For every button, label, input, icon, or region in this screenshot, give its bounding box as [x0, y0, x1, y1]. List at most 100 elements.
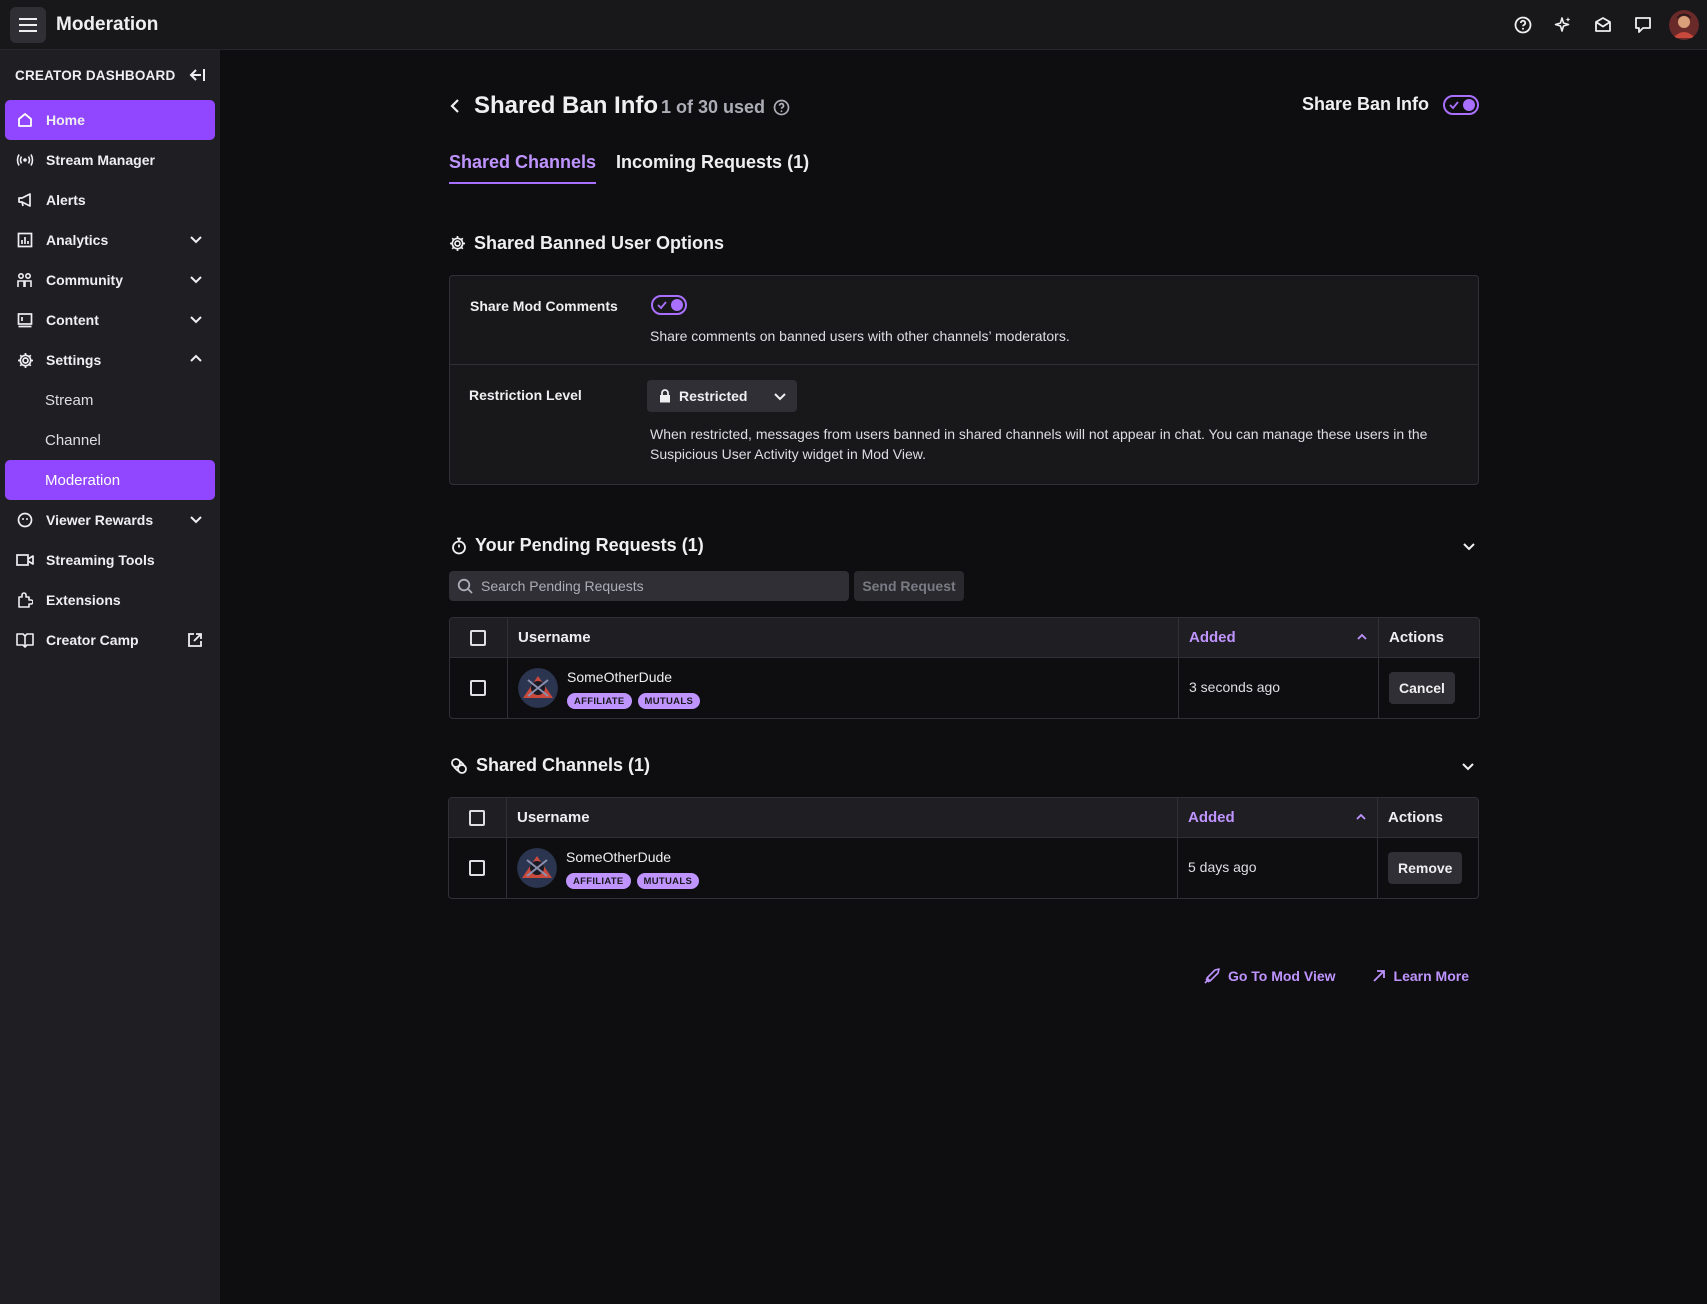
sidebar-item-label: Alerts	[46, 192, 86, 208]
whispers-icon[interactable]	[1623, 5, 1663, 45]
pending-search-row: Search Pending Requests Send Request	[449, 571, 964, 601]
send-request-button[interactable]: Send Request	[854, 571, 964, 601]
back-chevron-icon[interactable]	[449, 98, 461, 114]
sidebar-header-label: CREATOR DASHBOARD	[15, 67, 176, 83]
usage-count: 1 of 30 used	[661, 97, 790, 118]
username: SomeOtherDude	[566, 849, 672, 865]
badges: AFFILIATE MUTUALS	[567, 693, 701, 709]
main-content: Shared Ban Info 1 of 30 used Share Ban I…	[448, 50, 1480, 984]
sidebar-item-analytics[interactable]: Analytics	[5, 220, 215, 260]
sidebar-item-alerts[interactable]: Alerts	[5, 180, 215, 220]
stopwatch-icon	[451, 537, 467, 555]
share-ban-toggle-group: Share Ban Info	[1302, 94, 1479, 115]
table-header	[450, 618, 1479, 658]
sidebar-subitem-moderation[interactable]: Moderation	[5, 460, 215, 500]
community-icon	[16, 271, 34, 289]
sidebar-item-community[interactable]: Community	[5, 260, 215, 300]
added-value: 5 days ago	[1188, 859, 1257, 875]
tab-shared-channels[interactable]: Shared Channels	[449, 152, 597, 184]
home-icon	[16, 111, 34, 129]
sort-up-icon[interactable]	[1356, 813, 1366, 821]
row-checkbox[interactable]	[469, 860, 485, 876]
megaphone-icon	[16, 191, 34, 209]
column-header-added[interactable]: Added	[1188, 809, 1235, 826]
arrow-up-right-icon	[1372, 969, 1386, 983]
column-header-actions: Actions	[1389, 629, 1445, 646]
sidebar-item-stream-manager[interactable]: Stream Manager	[5, 140, 215, 180]
restriction-description-line1: When restricted, messages from users ban…	[650, 426, 1428, 442]
chevron-down-icon	[189, 272, 203, 286]
extensions-icon	[16, 591, 34, 609]
sidebar-header: CREATOR DASHBOARD	[0, 50, 220, 100]
sidebar-item-extensions[interactable]: Extensions	[5, 580, 215, 620]
affiliate-badge: AFFILIATE	[567, 693, 632, 709]
cancel-button[interactable]: Cancel	[1389, 672, 1455, 704]
select-all-checkbox[interactable]	[470, 630, 486, 646]
chevron-down-icon	[189, 512, 203, 526]
restriction-level-select[interactable]: Restricted	[647, 380, 797, 412]
toggle-knob	[1463, 98, 1475, 111]
page-title: Shared Ban Info	[474, 92, 659, 119]
collapse-pending-chevron-icon[interactable]	[1461, 538, 1477, 554]
help-icon[interactable]	[773, 99, 790, 116]
column-divider	[1178, 618, 1179, 718]
sidebar-item-content[interactable]: Content	[5, 300, 215, 340]
remove-button[interactable]: Remove	[1388, 852, 1463, 884]
sparkle-icon[interactable]	[1543, 5, 1583, 45]
column-header-added[interactable]: Added	[1189, 629, 1236, 646]
select-all-checkbox[interactable]	[469, 810, 485, 826]
lock-icon	[659, 389, 671, 403]
row-checkbox[interactable]	[470, 680, 486, 696]
sidebar-item-label: Home	[46, 112, 85, 128]
sidebar-subitem-channel[interactable]: Channel	[5, 420, 215, 460]
mutuals-badge: MUTUALS	[636, 873, 700, 889]
restriction-level-label: Restriction Level	[469, 387, 582, 403]
sidebar-item-creator-camp[interactable]: Creator Camp	[5, 620, 215, 660]
search-pending-input[interactable]: Search Pending Requests	[449, 571, 849, 601]
top-icons	[1503, 0, 1699, 50]
sidebar-item-label: Stream Manager	[46, 152, 155, 168]
shared-section-title: Shared Channels (1)	[450, 755, 650, 776]
sidebar-item-streaming-tools[interactable]: Streaming Tools	[5, 540, 215, 580]
analytics-icon	[16, 231, 34, 249]
share-ban-toggle[interactable]	[1443, 94, 1479, 115]
sidebar-item-label: Settings	[46, 352, 102, 368]
sidebar-item-settings[interactable]: Settings	[5, 340, 215, 380]
avatar	[517, 848, 557, 888]
sidebar-item-label: Streaming Tools	[46, 552, 155, 568]
go-to-mod-view-link[interactable]: Go To Mod View	[1204, 968, 1336, 984]
sort-up-icon[interactable]	[1357, 633, 1367, 641]
toggle-knob	[671, 299, 683, 311]
sidebar-subitem-stream[interactable]: Stream	[5, 380, 215, 420]
shared-table: Username Added Actions SomeOtherDude AFF…	[448, 797, 1479, 899]
column-divider	[1377, 798, 1378, 898]
pending-table: Username Added Actions SomeOtherDude AFF…	[449, 617, 1480, 719]
column-header-username: Username	[517, 809, 590, 826]
restriction-level-value: Restricted	[679, 388, 748, 404]
hamburger-menu-button[interactable]	[10, 6, 46, 43]
mod-comments-description: Share comments on banned users with othe…	[650, 328, 1070, 344]
tab-incoming-requests[interactable]: Incoming Requests (1)	[616, 152, 809, 184]
section-title-text: Shared Channels (1)	[476, 755, 651, 775]
sidebar-item-home[interactable]: Home	[5, 100, 215, 140]
sidebar-item-label: Community	[46, 272, 123, 288]
section-title-text: Shared Banned User Options	[474, 233, 725, 253]
collapse-sidebar-icon[interactable]	[188, 67, 206, 83]
options-card: Share Mod Comments Share comments on ban…	[449, 275, 1479, 485]
options-section-title: Shared Banned User Options	[449, 233, 724, 254]
user-avatar[interactable]	[1669, 10, 1699, 40]
learn-more-link[interactable]: Learn More	[1372, 968, 1469, 984]
mod-comments-toggle[interactable]	[651, 295, 687, 315]
help-icon[interactable]	[1503, 5, 1543, 45]
chevron-down-icon	[773, 389, 787, 403]
chevron-down-icon	[189, 312, 203, 326]
pending-section-title: Your Pending Requests (1)	[451, 535, 704, 556]
check-icon	[657, 300, 667, 310]
collapse-shared-chevron-icon[interactable]	[1460, 758, 1476, 774]
added-value: 3 seconds ago	[1189, 679, 1281, 695]
sidebar-item-viewer-rewards[interactable]: Viewer Rewards	[5, 500, 215, 540]
gear-icon	[449, 235, 466, 252]
sword-icon	[1204, 968, 1220, 984]
inbox-icon[interactable]	[1583, 5, 1623, 45]
column-header-username: Username	[518, 629, 591, 646]
